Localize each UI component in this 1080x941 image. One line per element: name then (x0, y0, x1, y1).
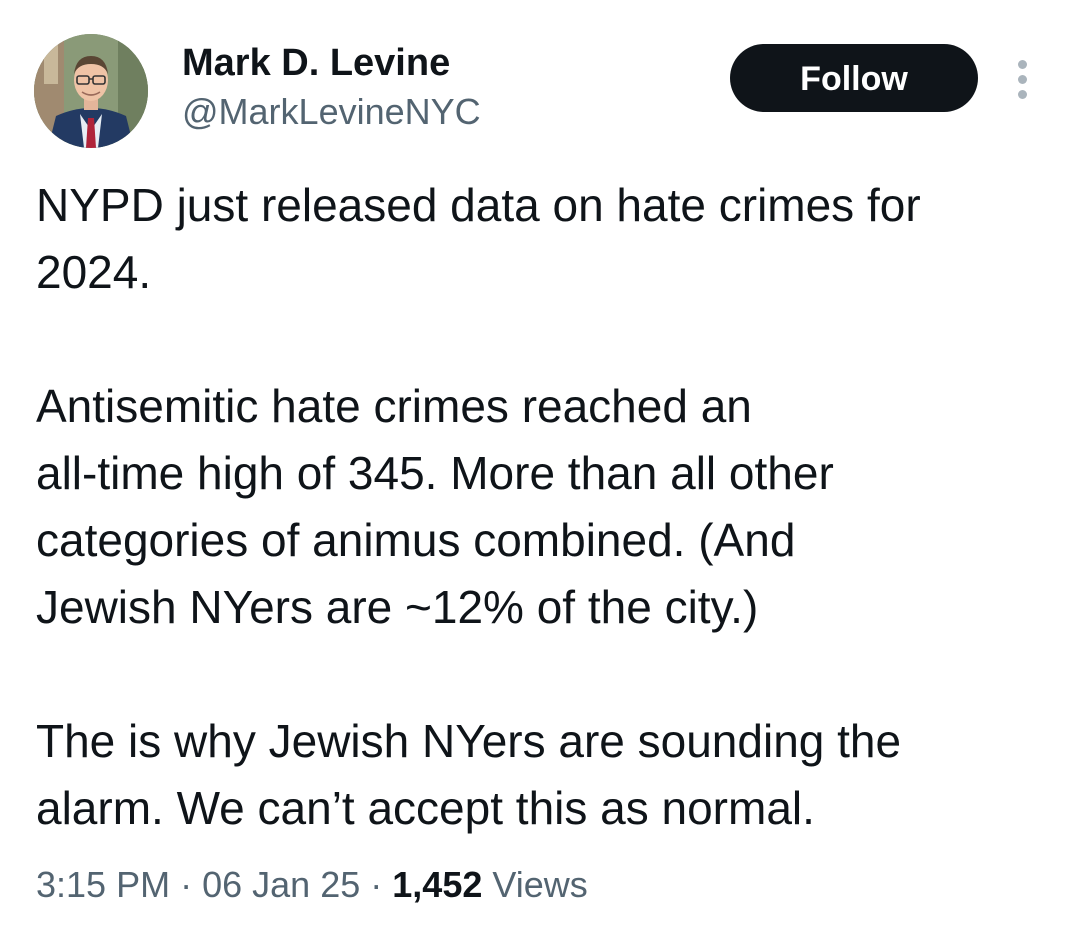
tweet-date[interactable]: 06 Jan 25 (202, 864, 360, 905)
author-handle[interactable]: @MarkLevineNYC (182, 90, 481, 134)
person-avatar-icon (34, 34, 148, 148)
tweet-line: 2024. (36, 246, 152, 298)
tweet-text: NYPD just released data on hate crimes f… (36, 172, 1056, 842)
tweet-time[interactable]: 3:15 PM (36, 864, 170, 905)
tweet-line: Antisemitic hate crimes reached an (36, 380, 752, 432)
tweet-paragraph-2: Antisemitic hate crimes reached an all-t… (36, 373, 1056, 641)
tweet-paragraph-3: The is why Jewish NYers are sounding the… (36, 708, 1056, 842)
tweet-line: categories of animus combined. (And (36, 514, 796, 566)
author-name[interactable]: Mark D. Levine (182, 40, 450, 86)
tweet-line: The is why Jewish NYers are sounding the (36, 715, 902, 767)
meta-separator: · (370, 864, 383, 905)
follow-button[interactable]: Follow (730, 44, 978, 112)
tweet-line: NYPD just released data on hate crimes f… (36, 179, 921, 231)
tweet-line: Jewish NYers are ~12% of the city.) (36, 581, 759, 633)
views-count[interactable]: 1,452 (392, 864, 482, 905)
meta-separator: · (180, 864, 193, 905)
tweet: Mark D. Levine @MarkLevineNYC Follow NYP… (0, 0, 1080, 941)
vertical-ellipsis-icon[interactable] (1012, 60, 1034, 100)
views-label[interactable]: Views (492, 864, 587, 905)
tweet-line: alarm. We can’t accept this as normal. (36, 782, 815, 834)
tweet-paragraph-1: NYPD just released data on hate crimes f… (36, 172, 1056, 306)
author-avatar[interactable] (34, 34, 148, 148)
tweet-line: all-time high of 345. More than all othe… (36, 447, 834, 499)
tweet-meta: 3:15 PM · 06 Jan 25 · 1,452 Views (36, 862, 588, 908)
